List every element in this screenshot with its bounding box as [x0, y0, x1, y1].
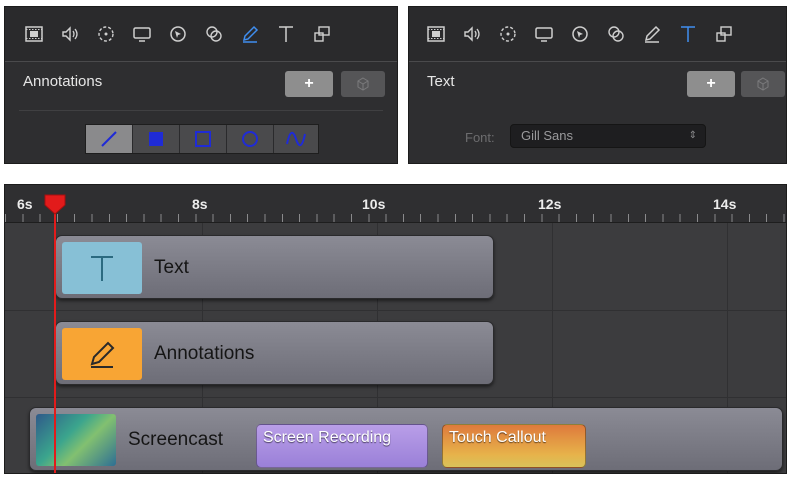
inspector-toolbar: [5, 7, 397, 62]
inspector-toolbar: [409, 7, 786, 62]
tick-label: 6s: [17, 196, 33, 212]
touch-icon[interactable]: [567, 21, 593, 47]
cursor-icon[interactable]: [93, 21, 119, 47]
time-ruler[interactable]: 6s 8s 10s 12s 14s: [5, 185, 786, 223]
tick-marks: [5, 214, 786, 222]
pencil-icon[interactable]: [237, 21, 263, 47]
playhead-handle[interactable]: [43, 193, 67, 215]
ellipse-icon: [242, 131, 258, 147]
track-label: Screencast: [128, 429, 224, 450]
video-icon[interactable]: [423, 21, 449, 47]
grid-line: [5, 397, 786, 398]
callout-icon[interactable]: [201, 21, 227, 47]
rectangle-button[interactable]: [180, 125, 227, 153]
touch-icon[interactable]: [165, 21, 191, 47]
divider: [19, 110, 383, 111]
cursor-icon[interactable]: [495, 21, 521, 47]
text-icon[interactable]: [675, 21, 701, 47]
add-button[interactable]: +: [285, 71, 333, 97]
chevron-updown-icon: ⇕: [688, 130, 697, 141]
text-icon: [62, 242, 142, 294]
playhead-line[interactable]: [54, 205, 56, 473]
tick-label: 10s: [362, 196, 386, 212]
annotations-track[interactable]: Annotations: [55, 321, 494, 385]
filled-rectangle-button[interactable]: [133, 125, 180, 153]
curve-button[interactable]: [274, 125, 318, 153]
text-track[interactable]: Text: [55, 235, 494, 299]
ellipse-button[interactable]: [227, 125, 274, 153]
callout-icon[interactable]: [603, 21, 629, 47]
shape-picker: [85, 124, 319, 154]
tick-label: 8s: [192, 196, 208, 212]
tick-label: 14s: [713, 196, 737, 212]
audio-icon[interactable]: [57, 21, 83, 47]
cube-icon: [357, 77, 369, 91]
line-shape-button[interactable]: [86, 125, 133, 153]
cube-button[interactable]: [741, 71, 785, 97]
annotations-inspector: Annotations +: [4, 6, 398, 164]
tick-label: 12s: [538, 196, 562, 212]
track-label: Text: [154, 257, 189, 278]
add-button[interactable]: +: [687, 71, 735, 97]
pencil-icon: [62, 328, 142, 380]
screencast-track[interactable]: Screencast Screen Recording Touch Callou…: [29, 407, 783, 471]
layers-icon[interactable]: [711, 21, 737, 47]
text-inspector: Text + Font: Gill Sans ⇕: [408, 6, 787, 164]
font-label: Font:: [465, 130, 495, 145]
font-select[interactable]: Gill Sans ⇕: [510, 124, 706, 148]
screen-icon[interactable]: [129, 21, 155, 47]
curve-icon: [286, 131, 306, 147]
filled-rectangle-icon: [149, 132, 163, 146]
touch-callout-clip[interactable]: Touch Callout: [442, 424, 586, 468]
text-icon[interactable]: [273, 21, 299, 47]
screen-icon[interactable]: [531, 21, 557, 47]
line-icon: [101, 131, 117, 147]
grid-line: [5, 310, 786, 311]
video-icon[interactable]: [21, 21, 47, 47]
section-title: Annotations: [23, 73, 103, 90]
audio-icon[interactable]: [459, 21, 485, 47]
rectangle-icon: [195, 131, 211, 147]
section-title: Text: [427, 73, 455, 90]
cube-icon: [757, 77, 769, 91]
cube-button[interactable]: [341, 71, 385, 97]
layers-icon[interactable]: [309, 21, 335, 47]
timeline: 6s 8s 10s 12s 14s Text Annotations Scree…: [4, 184, 787, 474]
screen-recording-clip[interactable]: Screen Recording: [256, 424, 428, 468]
track-label: Annotations: [154, 343, 255, 364]
pencil-icon[interactable]: [639, 21, 665, 47]
font-value: Gill Sans: [521, 128, 574, 143]
screencast-thumbnail: [36, 414, 116, 466]
